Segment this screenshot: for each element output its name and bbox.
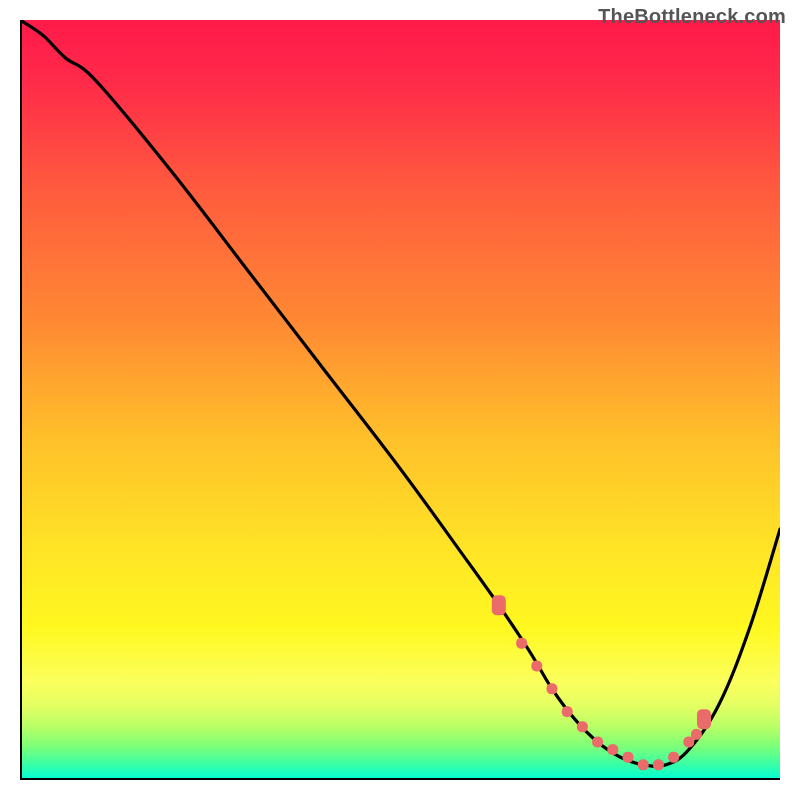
marker-bead: [697, 709, 711, 729]
marker-bead: [623, 752, 634, 763]
plot-area: [20, 20, 780, 780]
marker-bead: [653, 759, 664, 770]
chart-svg: [20, 20, 780, 780]
chart-root: TheBottleneck.com: [0, 0, 800, 800]
marker-bead: [562, 706, 573, 717]
marker-bead: [531, 661, 542, 672]
marker-bead: [638, 759, 649, 770]
marker-bead: [577, 721, 588, 732]
marker-bead: [592, 737, 603, 748]
gradient-background: [20, 20, 780, 780]
marker-bead: [492, 595, 506, 615]
marker-bead: [516, 638, 527, 649]
marker-bead: [668, 752, 679, 763]
marker-bead: [547, 683, 558, 694]
watermark-label: TheBottleneck.com: [598, 6, 786, 29]
marker-bead: [691, 729, 702, 740]
marker-bead: [607, 744, 618, 755]
